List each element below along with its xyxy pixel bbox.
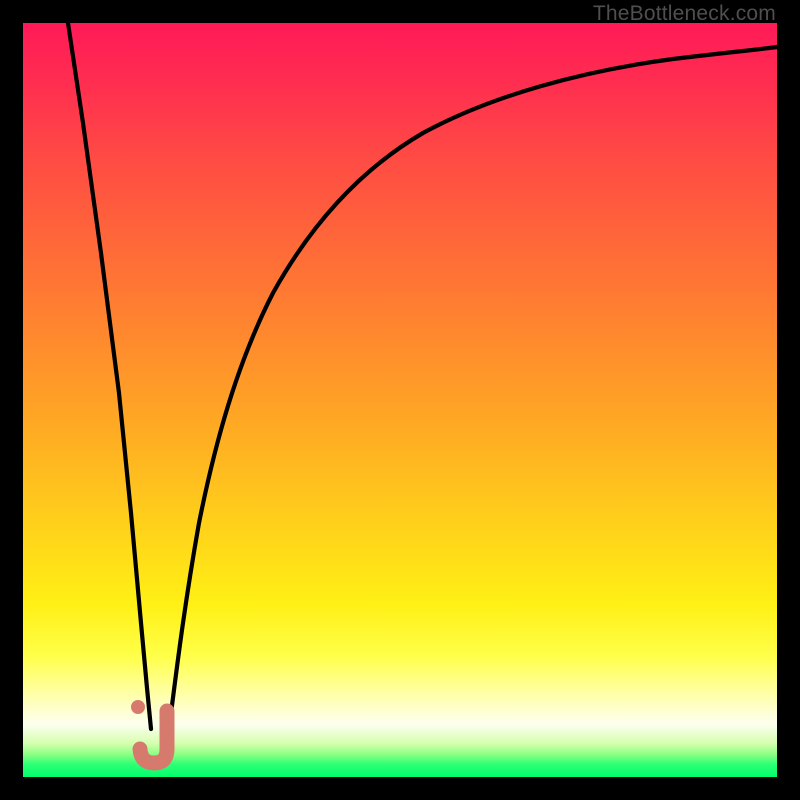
- outer-frame: TheBottleneck.com: [0, 0, 800, 800]
- marker-dot: [131, 700, 145, 714]
- attribution-text: TheBottleneck.com: [593, 2, 776, 26]
- plot-area: [23, 23, 777, 777]
- curve-right-branch: [169, 47, 777, 729]
- minimum-marker-J: [140, 711, 167, 763]
- curve-layer: [23, 23, 777, 777]
- curve-left-branch: [68, 23, 151, 729]
